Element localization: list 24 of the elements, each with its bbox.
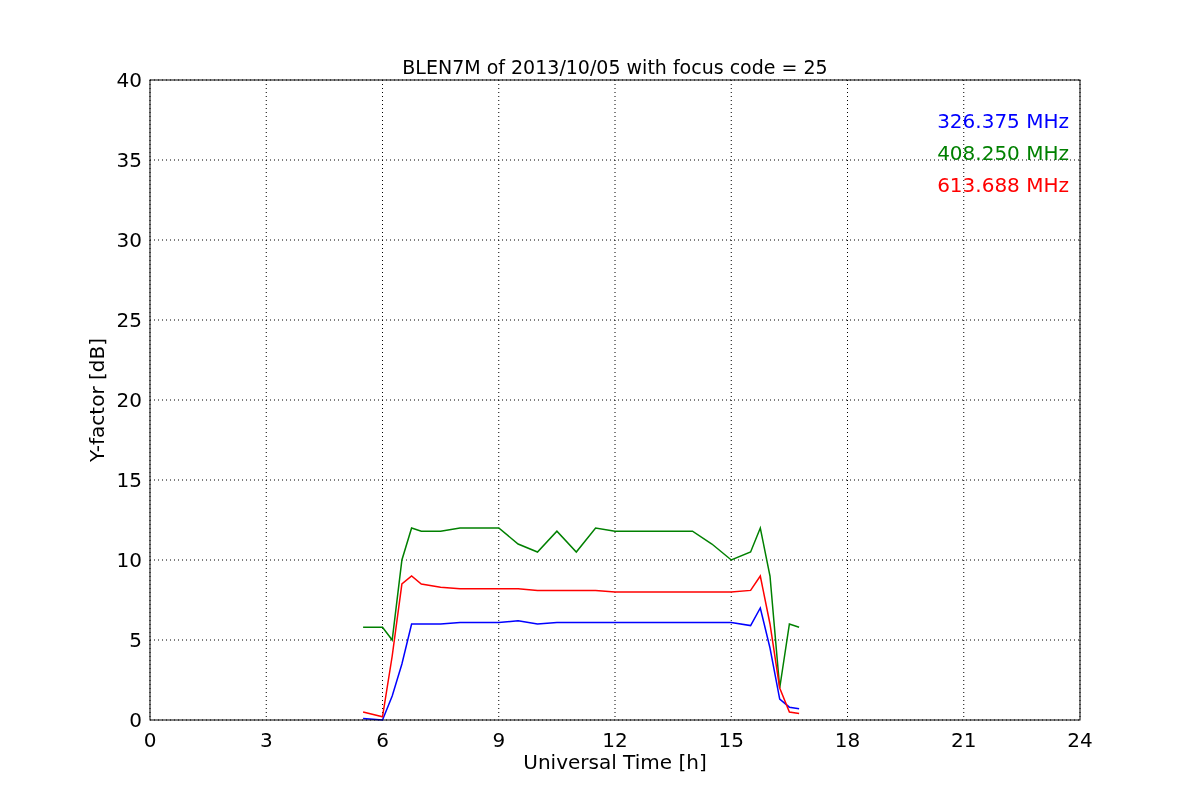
legend-label: 326.375 MHz — [937, 109, 1069, 133]
chart-title: BLEN7M of 2013/10/05 with focus code = 25 — [402, 56, 828, 78]
y-tick-label: 30 — [116, 228, 142, 252]
y-tick-label: 10 — [116, 548, 142, 572]
y-tick-label: 40 — [116, 68, 142, 92]
x-tick-label: 6 — [376, 728, 389, 752]
legend-label: 408.250 MHz — [937, 141, 1069, 165]
y-axis-label: Y-factor [dB] — [85, 338, 109, 462]
legend-label: 613.688 MHz — [937, 173, 1069, 197]
x-tick-label: 21 — [951, 728, 977, 752]
y-tick-label: 5 — [129, 628, 142, 652]
x-tick-label: 24 — [1067, 728, 1093, 752]
y-tick-label: 35 — [116, 148, 142, 172]
x-tick-label: 15 — [718, 728, 744, 752]
y-tick-label: 15 — [116, 468, 142, 492]
x-tick-label: 12 — [602, 728, 628, 752]
y-tick-label: 20 — [116, 388, 142, 412]
y-tick-label: 0 — [129, 708, 142, 732]
x-tick-label: 18 — [834, 728, 861, 752]
x-tick-label: 0 — [143, 728, 157, 752]
x-axis-label: Universal Time [h] — [523, 750, 707, 774]
y-tick-label: 25 — [116, 308, 142, 332]
x-tick-label: 3 — [259, 728, 273, 752]
x-tick-label: 9 — [492, 728, 506, 752]
